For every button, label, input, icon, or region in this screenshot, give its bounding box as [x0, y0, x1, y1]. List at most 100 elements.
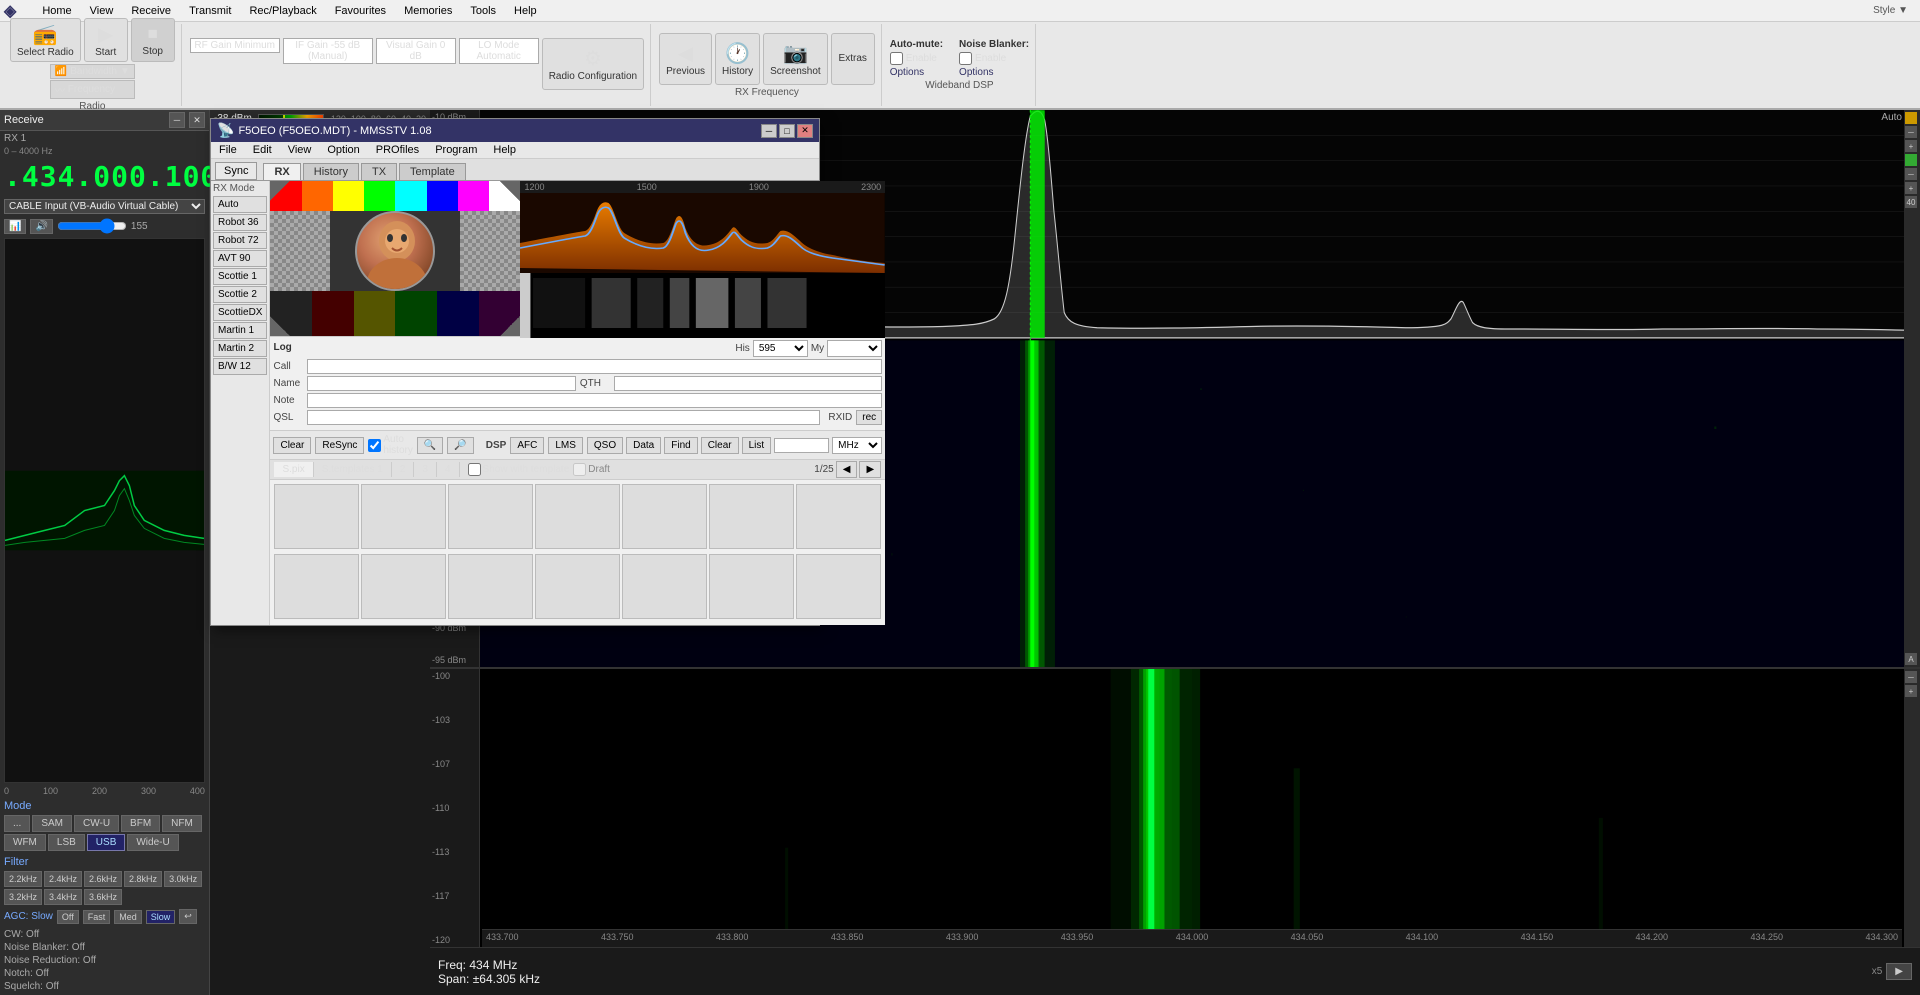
- zoom-btn[interactable]: 🔎: [447, 437, 473, 454]
- mode-lsb[interactable]: LSB: [48, 834, 85, 851]
- mode-scottie1[interactable]: Scottie 1: [213, 268, 267, 285]
- template-cell-4[interactable]: [535, 484, 620, 549]
- auto-mute-options[interactable]: Options: [890, 67, 943, 78]
- volume-slider[interactable]: [57, 218, 127, 234]
- note-input[interactable]: [307, 393, 882, 408]
- template-cell-3[interactable]: [448, 484, 533, 549]
- agc-fast[interactable]: Fast: [83, 910, 111, 924]
- spectrum-btn[interactable]: 📊: [4, 219, 26, 234]
- afc-btn[interactable]: AFC: [510, 437, 544, 454]
- mode-bw12[interactable]: B/W 12: [213, 358, 267, 375]
- lms-btn[interactable]: LMS: [548, 437, 583, 454]
- freq-unit-select[interactable]: MHz: [832, 437, 882, 454]
- screenshot-button[interactable]: 📷 Screenshot: [763, 33, 828, 85]
- rf-gain-field[interactable]: RF Gain Minimum: [190, 38, 280, 53]
- find-btn[interactable]: Find: [664, 437, 697, 454]
- qsl-input[interactable]: [307, 410, 820, 425]
- templ-tab-spix[interactable]: S.pix: [274, 462, 313, 477]
- templ-tab-1[interactable]: S.templates 1: [314, 462, 392, 477]
- radio-config-button[interactable]: ⚙ Radio Configuration: [542, 38, 644, 90]
- select-radio-button[interactable]: 📻 Select Radio: [10, 18, 81, 62]
- agc-reset[interactable]: ↩: [179, 909, 197, 924]
- next-page-btn[interactable]: ▶: [859, 461, 881, 478]
- filter-36[interactable]: 3.6kHz: [84, 889, 122, 905]
- speaker-btn[interactable]: 🔊: [30, 219, 52, 234]
- template-cell-14[interactable]: [796, 554, 881, 619]
- rec-button[interactable]: rec: [856, 410, 882, 425]
- qso-btn[interactable]: QSO: [587, 437, 623, 454]
- template-cell-5[interactable]: [622, 484, 707, 549]
- input-device-select[interactable]: CABLE Input (VB-Audio Virtual Cable): [4, 199, 205, 214]
- mode-cwu[interactable]: CW-U: [74, 815, 119, 832]
- menu-favourites[interactable]: Favourites: [327, 3, 394, 19]
- mode-martin1[interactable]: Martin 1: [213, 322, 267, 339]
- menu-rec-playback[interactable]: Rec/Playback: [241, 3, 324, 19]
- agc-off[interactable]: Off: [57, 910, 79, 924]
- receive-close-btn[interactable]: ✕: [189, 112, 205, 128]
- menu-help[interactable]: Help: [506, 3, 545, 19]
- mode-wideu[interactable]: Wide-U: [127, 834, 178, 851]
- visual-gain-field[interactable]: Visual Gain 0 dB: [376, 38, 456, 64]
- show-template-check[interactable]: Show with template: [468, 463, 570, 476]
- menu-view[interactable]: View: [82, 3, 122, 19]
- right-ctrl-2[interactable]: ─: [1905, 126, 1917, 138]
- lo-mode-field[interactable]: LO Mode Automatic: [459, 38, 539, 64]
- receive-collapse-btn[interactable]: ─: [169, 112, 185, 128]
- call-input[interactable]: [307, 359, 882, 374]
- data-btn[interactable]: Data: [626, 437, 661, 454]
- right-ctrl-3[interactable]: +: [1905, 140, 1917, 152]
- templ-tab-2[interactable]: 2: [392, 462, 415, 477]
- mode-scottie2[interactable]: Scottie 2: [213, 286, 267, 303]
- menu-transmit[interactable]: Transmit: [181, 3, 239, 19]
- resync-btn[interactable]: ReSync: [315, 437, 364, 454]
- my-select[interactable]: [827, 340, 882, 357]
- dialog-menu-view[interactable]: View: [280, 142, 320, 158]
- mode-bfm[interactable]: BFM: [121, 815, 160, 832]
- filter-22[interactable]: 2.2kHz: [4, 871, 42, 887]
- mode-martin2[interactable]: Martin 2: [213, 340, 267, 357]
- template-cell-12[interactable]: [622, 554, 707, 619]
- template-cell-10[interactable]: [448, 554, 533, 619]
- template-cell-7[interactable]: [796, 484, 881, 549]
- dialog-menu-profiles[interactable]: PROfiles: [368, 142, 427, 158]
- template-cell-13[interactable]: [709, 554, 794, 619]
- start-button[interactable]: ▶ Start: [84, 18, 128, 62]
- menu-memories[interactable]: Memories: [396, 3, 460, 19]
- dialog-menu-file[interactable]: File: [211, 142, 245, 158]
- bottom-ctrl-2[interactable]: +: [1905, 685, 1917, 697]
- right-ctrl-7[interactable]: 40: [1905, 196, 1917, 208]
- tab-tx[interactable]: TX: [361, 163, 397, 180]
- mode-nfm[interactable]: NFM: [162, 815, 202, 832]
- mode-wfm[interactable]: WFM: [4, 834, 46, 851]
- filter-24[interactable]: 2.4kHz: [44, 871, 82, 887]
- his-select[interactable]: 595: [753, 340, 808, 357]
- extras-button[interactable]: Extras: [831, 33, 875, 85]
- tab-rx[interactable]: RX: [263, 163, 300, 180]
- filter-34[interactable]: 3.4kHz: [44, 889, 82, 905]
- right-ctrl-6[interactable]: +: [1905, 182, 1917, 194]
- dialog-menu-help[interactable]: Help: [485, 142, 524, 158]
- template-cell-6[interactable]: [709, 484, 794, 549]
- menu-tools[interactable]: Tools: [462, 3, 504, 19]
- tab-template[interactable]: Template: [399, 163, 466, 180]
- tab-history[interactable]: History: [303, 163, 359, 180]
- filter-32[interactable]: 3.2kHz: [4, 889, 42, 905]
- qth-input[interactable]: [614, 376, 882, 391]
- history-button[interactable]: 🕐 History: [715, 33, 760, 85]
- agc-med[interactable]: Med: [114, 910, 142, 924]
- clear-log-btn[interactable]: Clear: [701, 437, 739, 454]
- noise-blanker-options[interactable]: Options: [959, 67, 1029, 78]
- mode-sam[interactable]: SAM: [32, 815, 72, 832]
- sync-button[interactable]: Sync: [215, 162, 257, 180]
- dialog-menu-edit[interactable]: Edit: [245, 142, 280, 158]
- dialog-minimize-btn[interactable]: ─: [761, 124, 777, 138]
- filter-26[interactable]: 2.6kHz: [84, 871, 122, 887]
- list-btn[interactable]: List: [742, 437, 772, 454]
- templ-tab-3[interactable]: 3: [414, 462, 437, 477]
- menu-home[interactable]: Home: [34, 3, 79, 19]
- agc-slow[interactable]: Slow: [146, 910, 176, 924]
- freq-input[interactable]: 14.230: [774, 438, 829, 453]
- template-cell-1[interactable]: [274, 484, 359, 549]
- auto-button[interactable]: A: [1905, 653, 1917, 665]
- mode-avt90[interactable]: AVT 90: [213, 250, 267, 267]
